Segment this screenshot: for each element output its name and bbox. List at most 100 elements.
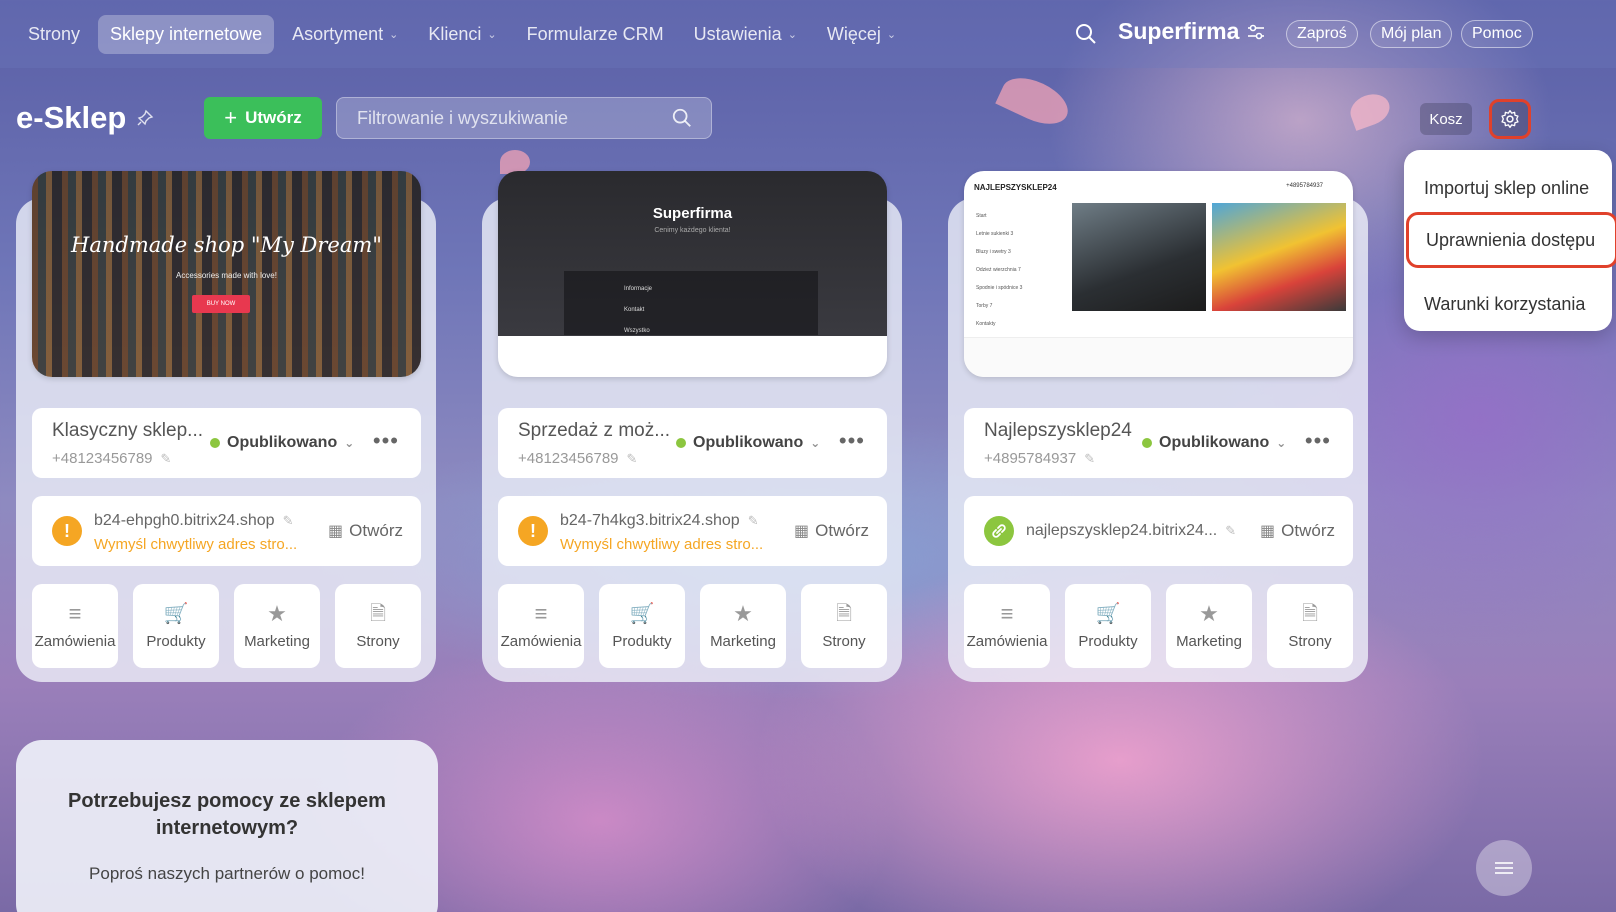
preview-buy-button: BUY NOW: [192, 295, 250, 313]
trash-button[interactable]: Kosz: [1420, 103, 1472, 135]
invite-button[interactable]: Zaproś: [1286, 20, 1358, 48]
phone-value: +48123456789: [518, 450, 619, 467]
pages-tile[interactable]: 🗎 Strony: [335, 584, 421, 668]
open-label: Otwórz: [1281, 521, 1335, 540]
nav-label: Klienci: [428, 23, 482, 44]
settings-button[interactable]: [1489, 99, 1531, 139]
chat-list-icon: [1495, 862, 1513, 874]
pencil-icon[interactable]: ✎: [283, 513, 294, 529]
status-label: Opublikowano: [227, 434, 338, 451]
link-icon: [984, 516, 1014, 546]
shop-phone: +4895784937 ✎: [984, 450, 1095, 467]
nav-item-ustawienia[interactable]: Ustawienia ⌄: [682, 15, 809, 54]
preview-menu-item: Torby 7: [976, 303, 993, 309]
nav-item-asortyment[interactable]: Asortyment ⌄: [280, 15, 410, 54]
products-tile[interactable]: 🛒 Produkty: [133, 584, 219, 668]
pencil-icon[interactable]: ✎: [627, 451, 638, 467]
status-dropdown[interactable]: Opublikowano ⌄: [210, 434, 354, 452]
shop-name[interactable]: Sprzedaż z moż...: [518, 420, 670, 442]
shop-preview-image[interactable]: Superfirma Cenimy każdego klienta! Infor…: [498, 171, 887, 377]
preview-menu-item: Kontakt: [624, 307, 645, 313]
orders-tile[interactable]: ≡ Zamówienia: [498, 584, 584, 668]
pencil-icon[interactable]: ✎: [748, 513, 759, 529]
nav-item-wiecej[interactable]: Więcej ⌄: [815, 15, 908, 54]
pencil-icon[interactable]: ✎: [161, 451, 172, 467]
nav-item-strony[interactable]: Strony: [16, 15, 92, 54]
search-input[interactable]: Filtrowanie i wyszukiwanie: [336, 97, 712, 139]
create-button[interactable]: + Utwórz: [204, 97, 322, 139]
chevron-down-icon: ⌄: [389, 28, 399, 41]
search-icon[interactable]: [1074, 22, 1098, 46]
shop-actions: ≡ Zamówienia 🛒 Produkty ★ Marketing 🗎 Strony: [32, 584, 421, 668]
shop-phone: +48123456789 ✎: [518, 450, 637, 467]
shop-preview-image[interactable]: Handmade shop "My Dream" Accessories mad…: [32, 171, 421, 377]
status-dropdown[interactable]: Opublikowano ⌄: [1142, 434, 1286, 452]
menu-item-access-permissions[interactable]: Uprawnienia dostępu: [1406, 212, 1616, 268]
search-placeholder: Filtrowanie i wyszukiwanie: [357, 107, 569, 128]
products-tile[interactable]: 🛒 Produkty: [1065, 584, 1151, 668]
pages-tile[interactable]: 🗎 Strony: [1267, 584, 1353, 668]
preview-menu-item: Wszystko: [624, 328, 650, 334]
tile-label: Zamówienia: [500, 632, 582, 650]
settings-dropdown-menu: Importuj sklep online Uprawnienia dostęp…: [1404, 150, 1616, 331]
status-dropdown[interactable]: Opublikowano ⌄: [676, 434, 820, 452]
shop-name[interactable]: Klasyczny sklep...: [52, 420, 203, 442]
marketing-tile[interactable]: ★ Marketing: [234, 584, 320, 668]
products-tile[interactable]: 🛒 Produkty: [599, 584, 685, 668]
chevron-down-icon: ⌄: [810, 436, 821, 450]
pin-icon[interactable]: [136, 109, 154, 127]
menu-item-terms-of-use[interactable]: Warunki korzystania: [1404, 286, 1612, 322]
shop-card: NAJLEPSZYSKLEP24 +4895784937 Start Letni…: [948, 171, 1368, 682]
create-label: Utwórz: [245, 108, 302, 127]
domain-value: b24-ehpgh0.bitrix24.shop: [94, 512, 275, 529]
pencil-icon[interactable]: ✎: [1225, 523, 1236, 539]
shop-info: Sprzedaż z moż... +48123456789 ✎ Opubliko…: [498, 408, 887, 478]
more-options-icon[interactable]: •••: [839, 428, 865, 454]
more-options-icon[interactable]: •••: [373, 428, 399, 454]
domain-warning[interactable]: Wymyśl chwytliwy adres stro...: [94, 536, 297, 553]
domain-warning[interactable]: Wymyśl chwytliwy adres stro...: [560, 536, 763, 553]
preview-menu: Informacje Kontakt Wszystko: [564, 271, 818, 335]
menu-item-import-shop[interactable]: Importuj sklep online: [1404, 170, 1612, 206]
nav-label: Sklepy internetowe: [110, 23, 263, 44]
preview-photo: [1212, 203, 1346, 311]
nav-item-formularze-crm[interactable]: Formularze CRM: [515, 15, 676, 54]
tile-label: Strony: [1288, 632, 1332, 650]
domain-link[interactable]: najlepszysklep24.bitrix24... ✎: [1026, 522, 1236, 540]
more-options-icon[interactable]: •••: [1305, 428, 1331, 454]
shop-name[interactable]: Najlepszysklep24: [984, 420, 1132, 442]
tile-label: Produkty: [612, 632, 672, 650]
orders-tile[interactable]: ≡ Zamówienia: [964, 584, 1050, 668]
tile-label: Marketing: [244, 632, 310, 650]
my-plan-button[interactable]: Mój plan: [1370, 20, 1453, 48]
marketing-tile[interactable]: ★ Marketing: [700, 584, 786, 668]
shop-preview-image[interactable]: NAJLEPSZYSKLEP24 +4895784937 Start Letni…: [964, 171, 1353, 377]
settings-sliders-icon: [1248, 24, 1265, 39]
open-shop-button[interactable]: ▦ Otwórz: [794, 521, 869, 541]
shop-domain: ! b24-ehpgh0.bitrix24.shop ✎ Wymyśl chwyt…: [32, 496, 421, 566]
star-icon: ★: [733, 600, 753, 626]
open-shop-button[interactable]: ▦ Otwórz: [1260, 521, 1335, 541]
tile-label: Marketing: [1176, 632, 1242, 650]
open-shop-button[interactable]: ▦ Otwórz: [328, 521, 403, 541]
tile-label: Strony: [356, 632, 400, 650]
warning-icon: !: [52, 516, 82, 546]
page-title-text: e-Sklep: [16, 100, 127, 135]
pages-tile[interactable]: 🗎 Strony: [801, 584, 887, 668]
domain-link[interactable]: b24-7h4kg3.bitrix24.shop ✎: [560, 512, 759, 530]
preview-menu-item: Spodnie i spódnice 3: [976, 285, 1023, 291]
marketing-tile[interactable]: ★ Marketing: [1166, 584, 1252, 668]
nav-item-sklepy-internetowe[interactable]: Sklepy internetowe: [98, 14, 275, 54]
preview-menu-item: Start: [976, 213, 987, 219]
pencil-icon[interactable]: ✎: [1084, 451, 1095, 467]
nav-item-klienci[interactable]: Klienci ⌄: [416, 15, 508, 54]
orders-tile[interactable]: ≡ Zamówienia: [32, 584, 118, 668]
petal-decoration: [995, 68, 1075, 134]
domain-link[interactable]: b24-ehpgh0.bitrix24.shop ✎: [94, 512, 293, 530]
help-card[interactable]: Potrzebujesz pomocy ze sklepem interneto…: [16, 740, 438, 912]
search-icon[interactable]: [671, 107, 693, 129]
company-brand[interactable]: Superfirma: [1118, 18, 1265, 45]
chat-button[interactable]: [1476, 840, 1532, 896]
shop-domain: najlepszysklep24.bitrix24... ✎ ▦ Otwórz: [964, 496, 1353, 566]
help-button[interactable]: Pomoc: [1461, 20, 1533, 48]
